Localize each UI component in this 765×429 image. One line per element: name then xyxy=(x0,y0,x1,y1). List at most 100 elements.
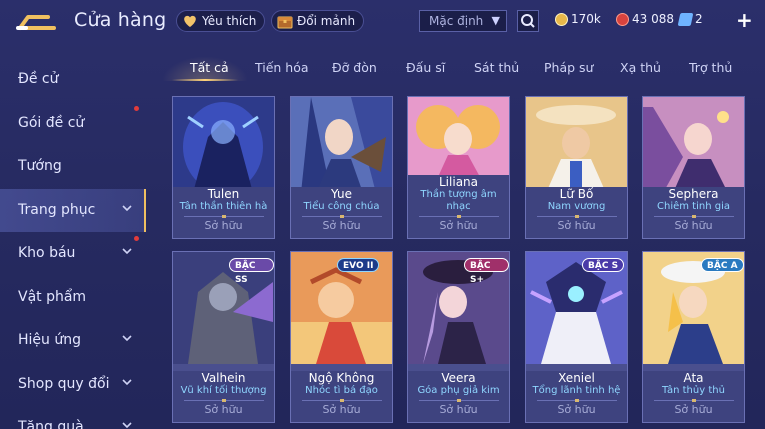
sidebar-item-label: Tướng xyxy=(18,158,62,174)
skin-card[interactable]: Tulen Tân thần thiên hà Sở hữu xyxy=(172,96,275,239)
sort-select[interactable]: Mặc định ▼ xyxy=(419,10,507,32)
sidebar-item-label: Gói đề cử xyxy=(18,114,85,131)
sidebar-item-exchange-shop[interactable]: Shop quy đổi xyxy=(0,363,146,407)
skin-card[interactable]: BẬC S Xeniel Tổng lãnh tinh hệ Sở hữu xyxy=(525,251,628,423)
hero-name: Valhein xyxy=(201,371,246,385)
notification-dot xyxy=(134,236,139,241)
skin-name: Tổng lãnh tinh hệ xyxy=(532,385,621,396)
owned-status: Sở hữu xyxy=(204,219,243,232)
owned-status: Sở hữu xyxy=(439,219,478,232)
divider xyxy=(301,215,382,218)
search-button[interactable] xyxy=(517,10,539,32)
skin-name: Vũ khí tối thượng xyxy=(180,385,267,396)
ruby-currency: 43 088 xyxy=(616,12,674,26)
active-tab-underline xyxy=(172,79,238,81)
skin-card-info: Tulen Tân thần thiên hà Sở hữu xyxy=(173,187,274,238)
sidebar-item-bundles[interactable]: Gói đề cử xyxy=(0,102,146,146)
hero-name: Lữ Bố xyxy=(559,187,594,201)
chevron-down-icon xyxy=(122,335,132,342)
tab-tank[interactable]: Đỡ đòn xyxy=(332,60,377,75)
sidebar-item-effects[interactable]: Hiệu ứng xyxy=(0,319,146,363)
sidebar: Đề cử Gói đề cử Tướng Trang phục Kho báu… xyxy=(0,58,146,429)
gold-currency: 170k xyxy=(555,12,601,26)
hero-name: Ngộ Không xyxy=(308,371,375,385)
tab-assassin[interactable]: Sát thủ xyxy=(474,60,519,75)
sidebar-item-items[interactable]: Vật phẩm xyxy=(0,276,146,320)
ruby-icon xyxy=(616,12,629,26)
skin-card[interactable]: Liliana Thần tượng âm nhạc Sở hữu xyxy=(407,96,510,239)
add-currency-button[interactable]: + xyxy=(736,8,753,32)
hero-name: Liliana xyxy=(439,175,478,189)
tab-evolution[interactable]: Tiến hóa xyxy=(255,60,309,75)
sidebar-item-gifts[interactable]: Tặng quà xyxy=(0,406,146,429)
sidebar-item-treasure[interactable]: Kho báu xyxy=(0,232,146,276)
sidebar-item-recommended[interactable]: Đề cử xyxy=(0,58,146,102)
voucher-icon xyxy=(677,12,694,26)
tab-marksman[interactable]: Xạ thủ xyxy=(620,60,661,75)
notification-dot xyxy=(134,105,139,111)
sidebar-item-label: Kho báu xyxy=(18,245,76,261)
tier-badge: BẬC SS xyxy=(229,258,274,285)
skin-card[interactable]: Sephera Chiêm tinh gia Sở hữu xyxy=(642,96,745,239)
tab-support[interactable]: Trợ thủ xyxy=(689,60,732,75)
skin-card-info: Veera Góa phụ giả kim Sở hữu xyxy=(408,371,509,422)
sidebar-item-label: Tặng quà xyxy=(18,419,84,429)
skin-portrait-image xyxy=(291,97,392,193)
sidebar-item-skins[interactable]: Trang phục xyxy=(0,188,146,232)
divider xyxy=(301,399,382,402)
skin-name: Chiêm tinh gia xyxy=(657,201,730,212)
skin-card[interactable]: BẬC SS Valhein Vũ khí tối thượng Sở hữu xyxy=(172,251,275,423)
tab-mage[interactable]: Pháp sư xyxy=(544,60,593,75)
skin-card-info: Ata Tân thủy thủ Sở hữu xyxy=(643,371,744,422)
exchange-label: Đổi mảnh xyxy=(297,14,356,28)
chest-icon xyxy=(277,16,293,29)
chevron-down-icon: ▼ xyxy=(491,14,500,27)
skin-card[interactable]: Lữ Bố Nam vương Sở hữu xyxy=(525,96,628,239)
exchange-shards-button[interactable]: Đổi mảnh xyxy=(271,10,365,32)
ruby-amount: 43 088 xyxy=(632,12,674,26)
skin-card-info: Liliana Thần tượng âm nhạc Sở hữu xyxy=(408,175,509,238)
back-arrow-icon[interactable] xyxy=(14,9,60,33)
skin-card[interactable]: Yue Tiểu công chúa Sở hữu xyxy=(290,96,393,239)
skin-name: Tân thần thiên hà xyxy=(179,201,268,212)
sort-select-value: Mặc định xyxy=(429,14,484,28)
search-icon xyxy=(521,14,535,28)
chevron-down-icon xyxy=(122,248,132,255)
divider xyxy=(418,399,499,402)
tab-fighter[interactable]: Đấu sĩ xyxy=(406,60,445,75)
sidebar-item-label: Vật phẩm xyxy=(18,288,87,305)
owned-status: Sở hữu xyxy=(674,403,713,416)
hero-name: Yue xyxy=(331,187,352,201)
chevron-down-icon xyxy=(122,378,132,385)
skin-card-info: Ngộ Không Nhóc tì bá đạo Sở hữu xyxy=(291,371,392,422)
divider xyxy=(183,399,264,402)
owned-status: Sở hữu xyxy=(322,403,361,416)
skin-portrait-image xyxy=(643,97,744,193)
divider xyxy=(653,399,734,402)
tab-all[interactable]: Tất cả xyxy=(190,60,229,75)
sidebar-item-label: Trang phục xyxy=(18,201,96,218)
skin-card-info: Xeniel Tổng lãnh tinh hệ Sở hữu xyxy=(526,371,627,422)
owned-status: Sở hữu xyxy=(439,403,478,416)
page-title: Cửa hàng xyxy=(74,9,167,31)
skin-name: Nam vương xyxy=(547,201,606,212)
skin-card[interactable]: BẬC A Ata Tân thủy thủ Sở hữu xyxy=(642,251,745,423)
gold-coin-icon xyxy=(555,12,568,26)
skin-name: Tân thủy thủ xyxy=(662,385,725,396)
skin-portrait-image xyxy=(526,97,627,193)
skin-card[interactable]: BẬC S+ Veera Góa phụ giả kim Sở hữu xyxy=(407,251,510,423)
sidebar-item-label: Đề cử xyxy=(18,71,59,87)
sidebar-item-heroes[interactable]: Tướng xyxy=(0,145,146,189)
hero-name: Veera xyxy=(441,371,476,385)
favorites-button[interactable]: Yêu thích xyxy=(176,10,266,32)
skin-name: Tiểu công chúa xyxy=(303,201,380,212)
divider xyxy=(183,215,264,218)
divider xyxy=(653,215,734,218)
sidebar-item-label: Hiệu ứng xyxy=(18,332,81,348)
skin-portrait-image xyxy=(408,97,509,177)
owned-status: Sở hữu xyxy=(204,403,243,416)
tier-badge: BẬC S xyxy=(582,258,625,272)
hero-name: Xeniel xyxy=(558,371,595,385)
tab-bar: Tất cả Tiến hóa Đỡ đòn Đấu sĩ Sát thủ Ph… xyxy=(160,58,760,82)
skin-card[interactable]: EVO II Ngộ Không Nhóc tì bá đạo Sở hữu xyxy=(290,251,393,423)
